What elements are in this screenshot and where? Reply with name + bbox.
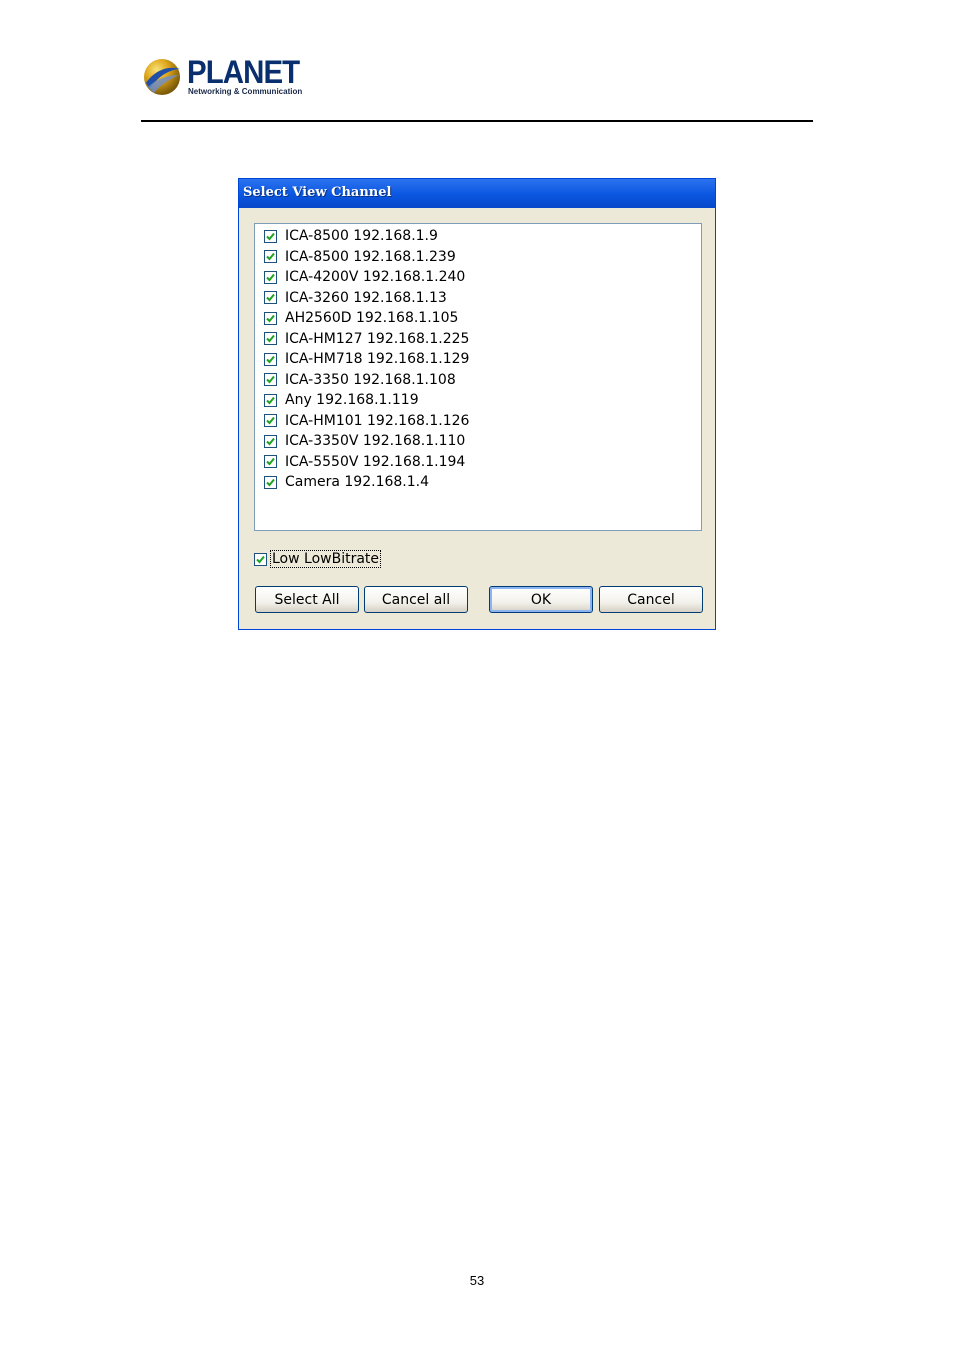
checkmark-icon: [266, 273, 275, 281]
channel-label: ICA-3260 192.168.1.13: [285, 289, 447, 306]
channel-checkbox[interactable]: [264, 352, 277, 366]
channel-checkbox[interactable]: [264, 475, 277, 489]
channel-list-item[interactable]: ICA-HM127 192.168.1.225: [264, 329, 469, 349]
checkmark-icon: [266, 252, 275, 261]
channel-checkbox[interactable]: [264, 455, 277, 468]
channel-label: Any 192.168.1.119: [285, 392, 419, 408]
select-view-channel-dialog: Select View Channel ICA-8500 192.168.1.9…: [238, 178, 716, 630]
channel-label: Camera 192.168.1.4: [285, 474, 429, 490]
header-divider: [141, 120, 813, 122]
checkmark-icon: [266, 314, 275, 322]
checkmark-icon: [266, 232, 275, 240]
channel-list-item[interactable]: Camera 192.168.1.4: [264, 472, 429, 492]
select-all-button[interactable]: Select All: [255, 586, 359, 613]
logo-tagline: Networking & Communication: [188, 87, 303, 96]
channel-checkbox[interactable]: [264, 291, 277, 304]
channel-list-item[interactable]: ICA-8500 192.168.1.9: [264, 226, 438, 246]
ok-button[interactable]: OK: [489, 586, 593, 613]
checkmark-icon: [266, 396, 275, 404]
low-bitrate-checkbox[interactable]: Low LowBitrate: [254, 550, 382, 568]
low-bitrate-label: Low LowBitrate: [270, 550, 382, 568]
channel-list-item[interactable]: ICA-3350 192.168.1.108: [264, 370, 456, 390]
channel-list-item[interactable]: Any 192.168.1.119: [264, 390, 419, 410]
checkmark-icon: [256, 555, 265, 563]
checkbox-box[interactable]: [254, 552, 267, 566]
channel-label: ICA-3350V 192.168.1.110: [285, 433, 466, 449]
channel-checkbox[interactable]: [264, 250, 277, 263]
checkmark-icon: [266, 334, 275, 343]
cancel-button[interactable]: Cancel: [599, 586, 703, 613]
channel-list-item[interactable]: ICA-5550V 192.168.1.194: [264, 452, 465, 472]
channel-list-item[interactable]: ICA-3350V 192.168.1.110: [264, 431, 465, 451]
channel-checkbox[interactable]: [264, 332, 277, 345]
channel-label: ICA-5550V 192.168.1.194: [285, 453, 466, 470]
channel-list-item[interactable]: ICA-HM718 192.168.1.129: [264, 349, 469, 369]
globe-logo-icon: [144, 59, 180, 95]
planet-logo: PLANET Networking & Communication: [142, 54, 312, 101]
checkmark-icon: [266, 437, 275, 445]
channel-label: ICA-3350 192.168.1.108: [285, 371, 456, 388]
channel-checkbox[interactable]: [264, 434, 277, 448]
channel-listbox[interactable]: ICA-8500 192.168.1.9 ICA-8500 192.168.1.2…: [254, 223, 702, 531]
checkmark-icon: [266, 293, 275, 302]
channel-list-item[interactable]: ICA-8500 192.168.1.239: [264, 247, 456, 267]
channel-label: ICA-HM127 192.168.1.225: [285, 330, 470, 347]
page-number: 53: [469, 1273, 485, 1288]
checkmark-icon: [266, 375, 275, 384]
checkmark-icon: [266, 355, 275, 363]
channel-label: ICA-4200V 192.168.1.240: [285, 269, 466, 285]
logo-wordmark: PLANET: [187, 54, 300, 90]
channel-checkbox[interactable]: [264, 414, 277, 427]
channel-list-item[interactable]: ICA-HM101 192.168.1.126: [264, 411, 469, 431]
channel-label: ICA-8500 192.168.1.9: [285, 228, 438, 244]
channel-checkbox[interactable]: [264, 229, 277, 243]
channel-label: ICA-HM718 192.168.1.129: [285, 351, 470, 367]
channel-checkbox[interactable]: [264, 311, 277, 325]
dialog-title: Select View Channel: [243, 185, 392, 200]
channel-label: ICA-HM101 192.168.1.126: [285, 412, 470, 429]
dialog-titlebar[interactable]: Select View Channel: [239, 179, 715, 208]
channel-label: AH2560D 192.168.1.105: [285, 310, 459, 326]
channel-list-item[interactable]: AH2560D 192.168.1.105: [264, 308, 458, 328]
channel-list-item[interactable]: ICA-3260 192.168.1.13: [264, 288, 447, 308]
channel-checkbox[interactable]: [264, 270, 277, 284]
channel-label: ICA-8500 192.168.1.239: [285, 248, 456, 265]
channel-checkbox[interactable]: [264, 373, 277, 386]
checkmark-icon: [266, 457, 275, 466]
checkmark-icon: [266, 416, 275, 425]
channel-checkbox[interactable]: [264, 393, 277, 407]
channel-list-item[interactable]: ICA-4200V 192.168.1.240: [264, 267, 465, 287]
checkmark-icon: [266, 478, 275, 486]
cancel-all-button[interactable]: Cancel all: [364, 586, 468, 613]
